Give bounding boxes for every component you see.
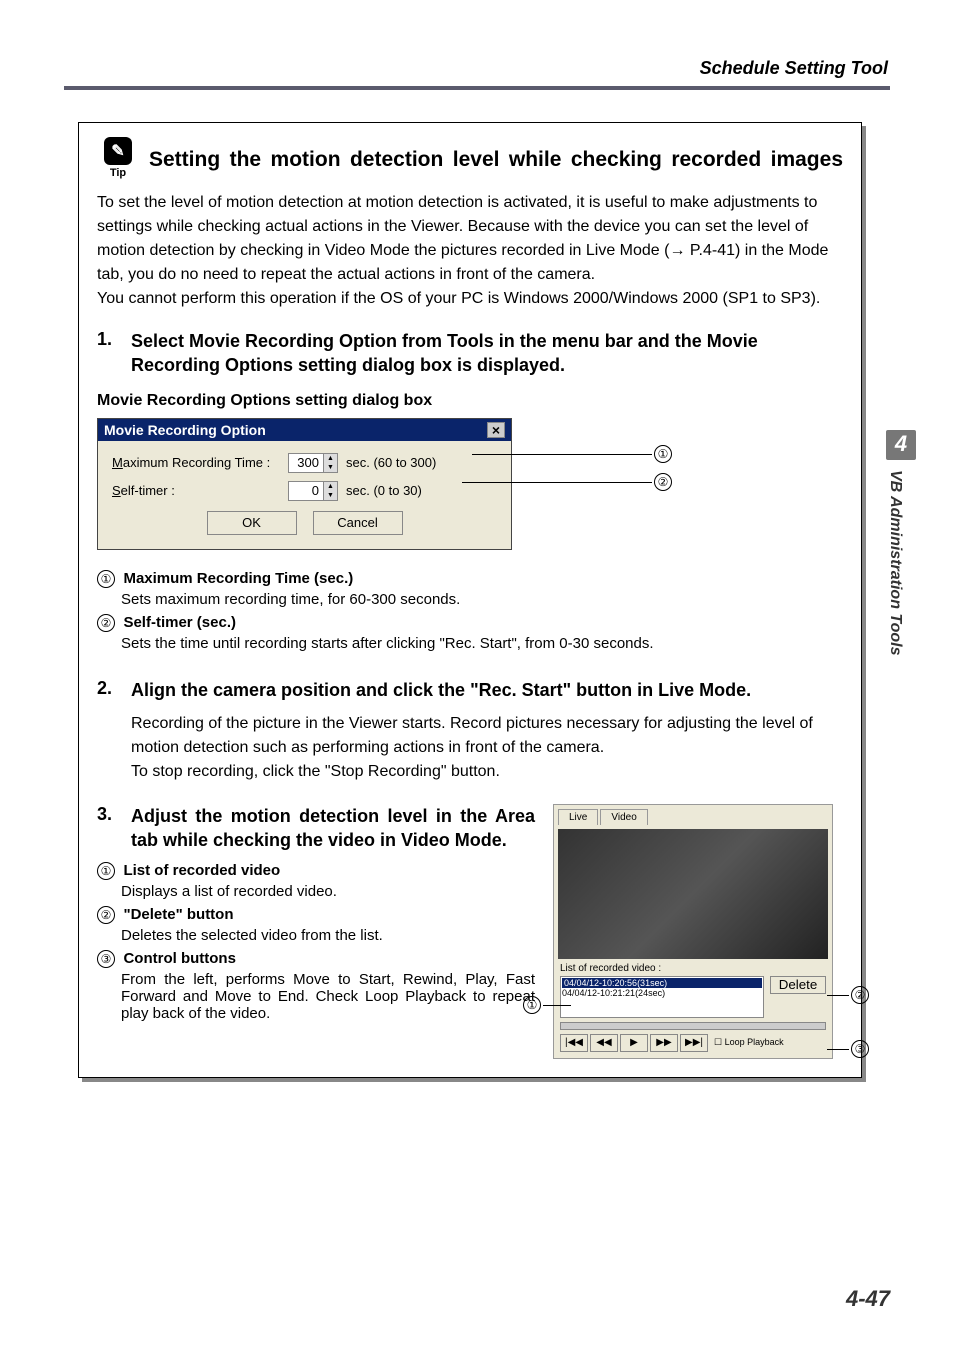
rewind-icon[interactable]: ◀◀ [590,1034,618,1052]
callout3-2-label: ② [97,906,115,924]
desc3-2-title: "Delete" button [123,906,233,923]
desc3-2-body: Deletes the selected video from the list… [121,927,535,944]
sidebar-label: VB Administration Tools [886,470,904,655]
tip-icon: ✎ Tip [97,137,139,183]
max-recording-range: sec. (60 to 300) [346,455,436,470]
header-rule [64,86,890,90]
self-timer-range: sec. (0 to 30) [346,483,422,498]
callout3-1-label: ① [97,862,115,880]
desc3-1-body: Displays a list of recorded video. [121,883,535,900]
desc2-body: Sets the time until recording starts aft… [121,635,843,652]
step3-number: 3. [97,804,119,853]
step1-subhead: Movie Recording Options setting dialog b… [97,392,843,410]
callout3-3-label: ③ [97,950,115,968]
callout-1: ① [654,445,672,463]
list-item[interactable]: 04/04/12-10:20:56(31sec) [562,978,762,988]
callout3-1: ① [523,996,573,1014]
video-mode-panel: Live Video List of recorded video : 04/0… [553,804,833,1059]
step1-number: 1. [97,329,119,378]
video-preview [558,829,828,959]
callout-1-label: ① [97,570,115,588]
max-recording-value: 300 [289,454,323,472]
max-recording-label: Maximum Recording Time : [112,455,280,470]
playback-slider[interactable] [560,1022,826,1030]
page-number: 4-47 [846,1286,890,1312]
close-icon[interactable]: × [487,422,505,438]
tip-box: ✎ Tip Setting the motion detection level… [78,122,862,1078]
step1-title: Select Movie Recording Option from Tools… [131,329,843,378]
desc3-3-title: Control buttons [123,950,235,967]
move-to-start-icon[interactable]: |◀◀ [560,1034,588,1052]
movie-recording-dialog: Movie Recording Option × Maximum Recordi… [97,418,512,550]
tip-title: Setting the motion detection level while… [149,148,843,172]
self-timer-value: 0 [289,482,323,500]
callout3-2: ② [825,986,869,1004]
desc1-body: Sets maximum recording time, for 60-300 … [121,591,843,608]
step3-title: Adjust the motion detection level in the… [131,804,535,853]
delete-button[interactable]: Delete [770,976,826,994]
list-item[interactable]: 04/04/12-10:21:21(24sec) [562,988,762,998]
fast-forward-icon[interactable]: ▶▶ [650,1034,678,1052]
step2-title: Align the camera position and click the … [131,678,843,702]
ok-button[interactable]: OK [207,511,297,535]
page-header-title: Schedule Setting Tool [700,58,888,79]
loop-checkbox[interactable]: ☐ Loop Playback [714,1037,784,1048]
cancel-button[interactable]: Cancel [313,511,403,535]
spinner-up-icon[interactable]: ▲ [323,482,337,491]
tab-live[interactable]: Live [558,809,598,825]
spinner-up-icon[interactable]: ▲ [323,454,337,463]
chapter-number: 4 [886,430,916,460]
recorded-video-list[interactable]: 04/04/12-10:20:56(31sec) 04/04/12-10:21:… [560,976,764,1018]
tip-body: To set the level of motion detection at … [97,191,843,311]
play-icon[interactable]: ▶ [620,1034,648,1052]
move-to-end-icon[interactable]: ▶▶| [680,1034,708,1052]
self-timer-spinner[interactable]: 0 ▲▼ [288,481,338,501]
spinner-down-icon[interactable]: ▼ [323,491,337,500]
tab-video[interactable]: Video [600,809,647,825]
desc3-3-body: From the left, performs Move to Start, R… [121,971,535,1022]
step2-number: 2. [97,678,119,702]
dialog-title: Movie Recording Option [104,422,266,438]
desc1-title: Maximum Recording Time (sec.) [123,570,353,587]
callout-2-label: ② [97,614,115,632]
dialog-callouts: ① ② [512,418,682,528]
tip-icon-label: Tip [110,167,126,179]
callout-2: ② [654,473,672,491]
desc2-title: Self-timer (sec.) [123,614,236,631]
step2-body: Recording of the picture in the Viewer s… [131,712,843,784]
spinner-down-icon[interactable]: ▼ [323,463,337,472]
chapter-sidebar: 4 VB Administration Tools [886,430,916,730]
recorded-video-label: List of recorded video : [560,963,826,974]
callout3-3: ③ [825,1040,869,1058]
max-recording-spinner[interactable]: 300 ▲▼ [288,453,338,473]
desc3-1-title: List of recorded video [123,862,280,879]
self-timer-label: Self-timer : [112,483,280,498]
